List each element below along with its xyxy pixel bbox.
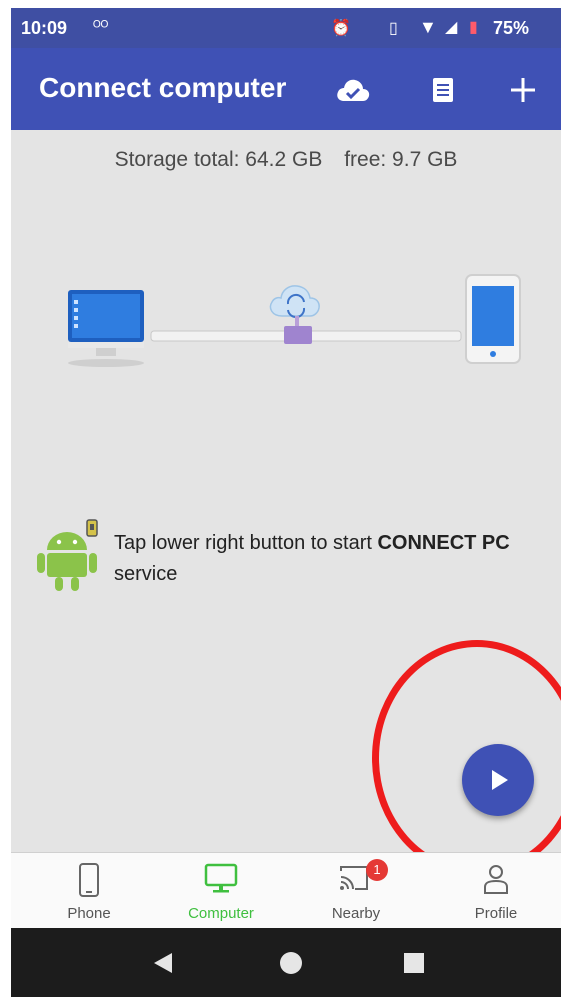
page-title: Connect computer bbox=[39, 72, 287, 103]
bottom-navigation: Phone Computer 1 Nearby Profile bbox=[11, 852, 561, 929]
connection-illustration bbox=[68, 274, 521, 367]
signal-icon: ◢ bbox=[445, 19, 458, 36]
home-icon[interactable] bbox=[271, 948, 311, 978]
system-navigation-bar bbox=[11, 928, 561, 997]
storage-total: Storage total: 64.2 GB bbox=[114, 148, 323, 171]
alarm-icon: ⏰ bbox=[331, 20, 351, 37]
person-icon bbox=[484, 865, 508, 894]
connect-hint-text: Tap lower right button to start CONNECT … bbox=[114, 528, 544, 590]
hint-prefix: Tap lower right button to start bbox=[114, 532, 378, 554]
voicemail-icon: ᴼᴼ bbox=[93, 18, 109, 35]
hint-bold-pc: PC bbox=[481, 532, 510, 554]
tab-profile-label: Profile bbox=[474, 905, 518, 922]
tab-computer[interactable]: Computer bbox=[161, 853, 281, 929]
status-time: 10:09 bbox=[21, 18, 68, 38]
battery-percent: 75% bbox=[493, 18, 530, 38]
cloud-check-icon[interactable] bbox=[333, 70, 373, 110]
hint-suffix: service bbox=[114, 563, 178, 585]
back-icon[interactable] bbox=[143, 948, 183, 978]
storage-info: Storage total: 64.2 GB free: 9.7 GB bbox=[11, 148, 561, 172]
status-bar: 10:09 ᴼᴼ ⏰ ▯ ▼ ◢ ▮ 75% bbox=[11, 8, 561, 48]
tab-nearby[interactable]: 1 Nearby bbox=[296, 853, 416, 929]
tab-computer-label: Computer bbox=[188, 905, 254, 922]
storage-free: free: 9.7 GB bbox=[344, 148, 458, 171]
tab-phone-label: Phone bbox=[67, 905, 111, 922]
tab-nearby-label: Nearby bbox=[331, 905, 381, 922]
battery-icon: ▮ bbox=[469, 19, 478, 36]
android-icon bbox=[37, 519, 98, 591]
tab-phone[interactable]: Phone bbox=[29, 853, 149, 929]
hint-bold-connect: CONNECT bbox=[377, 532, 477, 554]
list-icon[interactable] bbox=[423, 70, 463, 110]
recents-icon[interactable] bbox=[394, 948, 434, 978]
vibrate-icon: ▯ bbox=[389, 20, 398, 37]
phone-illustration-icon bbox=[465, 274, 521, 364]
wifi-icon: ▼ bbox=[419, 17, 437, 37]
add-icon[interactable] bbox=[503, 70, 543, 110]
phone-icon bbox=[79, 863, 99, 897]
monitor-icon bbox=[204, 863, 238, 893]
nearby-badge: 1 bbox=[366, 859, 388, 881]
tab-profile[interactable]: Profile bbox=[436, 853, 556, 929]
computer-illustration-icon bbox=[68, 290, 144, 367]
app-bar: Connect computer bbox=[11, 48, 561, 130]
